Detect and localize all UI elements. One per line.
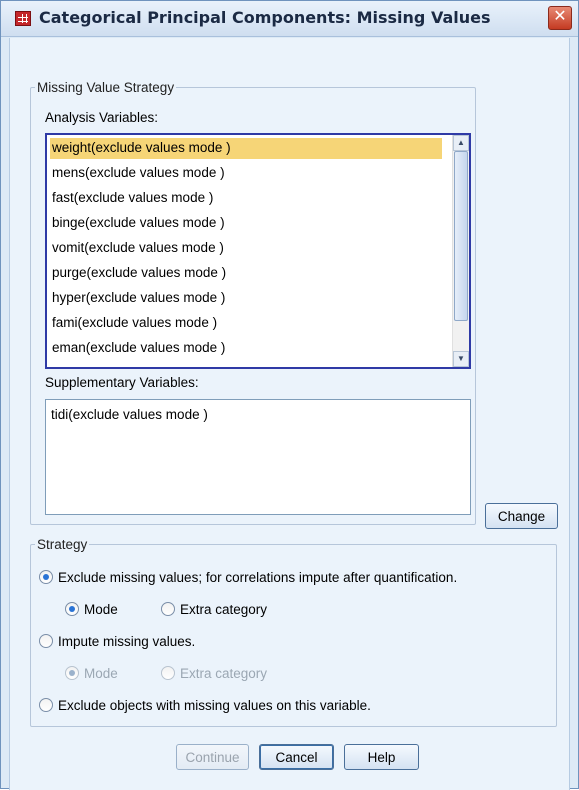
exclude-objects-label: Exclude objects with missing values on t… <box>58 698 371 713</box>
analysis-variable-item[interactable]: vomit(exclude values mode ) <box>50 238 440 259</box>
impute-mode-radio: Mode <box>65 666 118 681</box>
analysis-variables-label: Analysis Variables: <box>45 110 159 125</box>
impute-extra-category-label: Extra category <box>180 666 268 681</box>
supplementary-variables-label: Supplementary Variables: <box>45 375 199 390</box>
change-button[interactable]: Change <box>485 503 558 529</box>
analysis-variable-item[interactable]: purge(exclude values mode ) <box>50 263 440 284</box>
analysis-variable-item[interactable]: binge(exclude values mode ) <box>50 213 440 234</box>
exclude-mode-label: Mode <box>84 602 118 617</box>
radio-checked-icon <box>65 666 79 680</box>
radio-unchecked-icon <box>161 666 175 680</box>
radio-unchecked-icon <box>39 698 53 712</box>
scroll-down-arrow-icon[interactable]: ▼ <box>453 351 469 367</box>
close-icon[interactable]: ✕ <box>548 6 572 30</box>
analysis-scrollbar[interactable]: ▲ ▼ <box>452 135 469 367</box>
analysis-variable-item[interactable]: weight(exclude values mode ) <box>50 138 442 159</box>
analysis-variable-item[interactable]: fast(exclude values mode ) <box>50 188 440 209</box>
cancel-button[interactable]: Cancel <box>259 744 334 770</box>
scroll-up-arrow-icon[interactable]: ▲ <box>453 135 469 151</box>
impute-missing-radio[interactable]: Impute missing values. <box>39 634 195 649</box>
exclude-mode-radio[interactable]: Mode <box>65 602 118 617</box>
exclude-extra-category-label: Extra category <box>180 602 268 617</box>
analysis-variables-list[interactable]: weight(exclude values mode ) mens(exclude… <box>45 133 471 369</box>
help-button[interactable]: Help <box>344 744 419 770</box>
impute-extra-category-radio: Extra category <box>161 666 267 681</box>
dialog-window: Categorical Principal Components: Missin… <box>0 0 579 790</box>
spss-app-icon <box>15 11 31 26</box>
continue-button[interactable]: Continue <box>176 744 249 770</box>
supplementary-variables-list[interactable]: tidi(exclude values mode ) <box>45 399 471 515</box>
supplementary-variable-item[interactable]: tidi(exclude values mode ) <box>49 405 208 426</box>
analysis-variable-item[interactable]: fami(exclude values mode ) <box>50 313 440 334</box>
radio-checked-icon <box>39 570 53 584</box>
impute-mode-label: Mode <box>84 666 118 681</box>
impute-missing-label: Impute missing values. <box>58 634 196 649</box>
analysis-variable-item[interactable]: eman(exclude values mode ) <box>50 338 440 359</box>
radio-unchecked-icon <box>161 602 175 616</box>
window-title: Categorical Principal Components: Missin… <box>39 8 491 27</box>
analysis-variable-item[interactable]: hyper(exclude values mode ) <box>50 288 440 309</box>
analysis-variable-item[interactable]: mens(exclude values mode ) <box>50 163 440 184</box>
exclude-missing-label: Exclude missing values; for correlations… <box>58 570 458 585</box>
exclude-objects-radio[interactable]: Exclude objects with missing values on t… <box>39 698 371 713</box>
exclude-extra-category-radio[interactable]: Extra category <box>161 602 267 617</box>
strategy-legend: Strategy <box>37 537 88 552</box>
exclude-missing-radio[interactable]: Exclude missing values; for correlations… <box>39 570 457 585</box>
scroll-thumb[interactable] <box>454 151 468 321</box>
title-bar[interactable]: Categorical Principal Components: Missin… <box>1 1 578 37</box>
radio-unchecked-icon <box>39 634 53 648</box>
missing-value-strategy-legend: Missing Value Strategy <box>37 80 175 95</box>
radio-checked-icon <box>65 602 79 616</box>
